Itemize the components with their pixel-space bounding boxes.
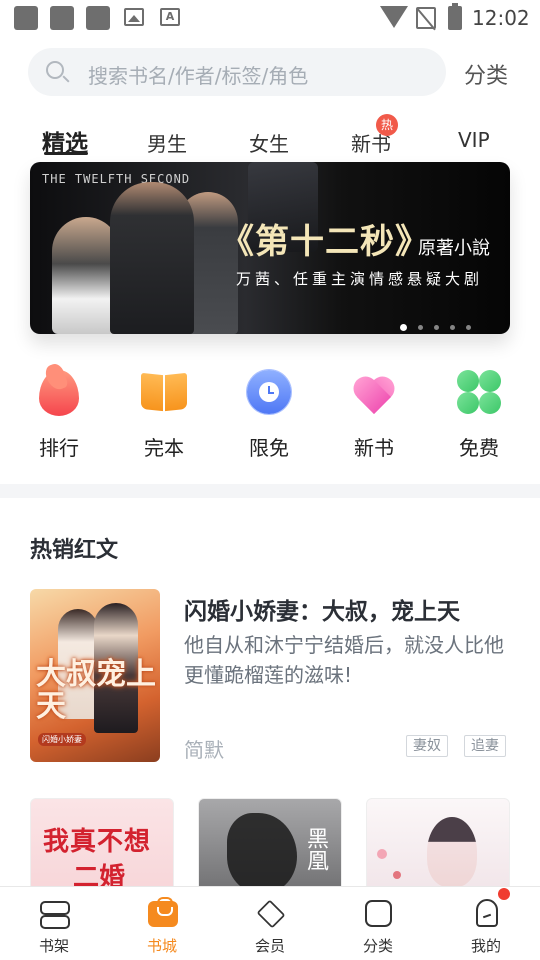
open-book-icon (140, 368, 188, 416)
carousel-dot[interactable] (434, 325, 439, 330)
quick-entry-limited-free[interactable]: 限免 (239, 368, 299, 461)
carousel-dot[interactable] (418, 325, 423, 330)
nav-label: 我的 (470, 937, 501, 955)
cover-title: 黑凰 (303, 827, 328, 871)
nav-profile[interactable]: 我的 (446, 887, 526, 960)
carousel-dot[interactable] (466, 325, 471, 330)
nav-label: 书架 (38, 937, 69, 955)
book-cover[interactable]: 黑凰 (198, 798, 342, 898)
book-author: 简默 (184, 738, 224, 762)
status-bar: A 12:02 (0, 0, 540, 36)
banner-figure (110, 182, 194, 334)
carousel-dot[interactable] (450, 325, 455, 330)
tab-male[interactable]: 男生 (147, 128, 187, 157)
book-tag: 妻奴 (406, 735, 448, 757)
quick-entry-label: 新书 (354, 436, 394, 460)
quick-entry-label: 完本 (144, 436, 184, 460)
carousel-dot[interactable] (400, 324, 407, 331)
profile-icon (470, 897, 502, 929)
quick-entry-label: 排行 (39, 436, 79, 460)
category-icon (362, 897, 394, 929)
image-icon (124, 8, 144, 26)
promo-banner[interactable]: THE TWELFTH SECOND 《第十二秒》 原著小說 万茜、任重主演情感… (30, 162, 510, 334)
wifi-icon (380, 6, 408, 28)
book-tag: 追妻 (464, 735, 506, 757)
notification-icon (50, 6, 74, 30)
clock-icon (245, 368, 293, 416)
battery-icon (448, 3, 462, 30)
category-button[interactable]: 分类 (464, 58, 508, 90)
quick-entry-ranking[interactable]: 排行 (29, 368, 89, 461)
book-cover[interactable]: 大叔宠上天 闪婚小娇妻 (30, 589, 160, 762)
app-badge-icon: A (160, 8, 180, 26)
cover-art (227, 813, 297, 893)
no-sim-icon (416, 7, 436, 29)
nav-label: 分类 (362, 937, 393, 955)
notification-dot (498, 888, 510, 900)
diamond-icon (254, 897, 286, 929)
book-title[interactable]: 闪婚小娇妻：大叔，宠上天 (184, 592, 460, 626)
cover-art (427, 817, 477, 887)
cover-art (377, 849, 387, 859)
nav-bookshelf[interactable]: 书架 (14, 887, 94, 960)
clover-icon (455, 368, 503, 416)
book-cover[interactable]: 我真不想 二婚 (30, 798, 174, 898)
status-time: 12:02 (472, 6, 530, 30)
tab-female[interactable]: 女生 (249, 128, 289, 157)
flame-icon (35, 368, 83, 416)
banner-tagline: 万茜、任重主演情感悬疑大剧 (236, 270, 484, 288)
nav-label: 会员 (254, 937, 285, 955)
notification-icon (14, 6, 38, 30)
quick-entry-free[interactable]: 免费 (449, 368, 509, 461)
hot-badge: 热 (376, 114, 398, 136)
carousel-indicator (400, 317, 482, 331)
quick-entry-label: 限免 (249, 436, 289, 460)
book-cover[interactable] (366, 798, 510, 898)
notification-icon (86, 6, 110, 30)
book-description: 他自从和沐宁宁结婚后，就没人比他更懂跪榴莲的滋味! (184, 633, 504, 687)
section-title: 热销红文 (30, 538, 119, 563)
bottom-navigation: 书架 书城 会员 分类 我的 (0, 886, 540, 960)
bookstore-icon (146, 897, 178, 929)
quick-entry-label: 免费 (459, 436, 499, 460)
banner-title: 《第十二秒》 (220, 222, 430, 262)
active-tab-indicator (44, 152, 88, 155)
section-divider (0, 484, 540, 498)
cover-art (393, 871, 401, 879)
nav-category[interactable]: 分类 (338, 887, 418, 960)
cover-small-text: 闪婚小娇妻 (38, 733, 86, 746)
bookshelf-icon (38, 897, 70, 929)
cover-title: 我真不想 (43, 827, 152, 857)
cover-title: 大叔宠上天 (36, 657, 156, 724)
quick-entry-completed[interactable]: 完本 (134, 368, 194, 461)
banner-subtitle: 原著小說 (418, 238, 490, 259)
search-placeholder: 搜索书名/作者/标签/角色 (88, 64, 309, 88)
quick-entry-new[interactable]: 新书 (344, 368, 404, 461)
nav-label: 书城 (146, 937, 177, 955)
heart-icon (348, 368, 400, 416)
search-icon (46, 61, 64, 79)
search-input[interactable]: 搜索书名/作者/标签/角色 (28, 48, 446, 96)
tab-vip[interactable]: VIP (458, 128, 490, 152)
nav-bookstore[interactable]: 书城 (122, 887, 202, 960)
nav-membership[interactable]: 会员 (230, 887, 310, 960)
